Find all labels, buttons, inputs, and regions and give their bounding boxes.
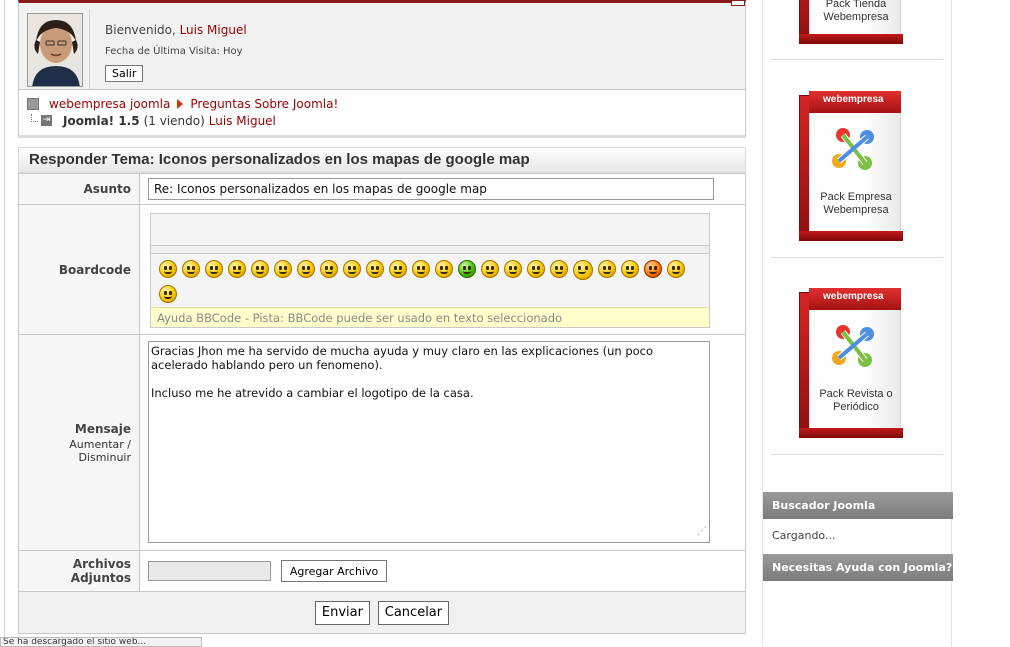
smiley-embarrassed-icon[interactable]: [481, 260, 499, 278]
message-label-cell: Mensaje Aumentar / Disminuir: [18, 334, 140, 551]
bbcode-panel: Ayuda BBCode - Pista: BBCode puede ser u…: [150, 213, 710, 328]
file-path-input[interactable]: [148, 561, 271, 581]
smiley-laugh-icon[interactable]: [251, 260, 269, 278]
viewer-link[interactable]: Luis Miguel: [209, 114, 276, 128]
page-border-line: [4, 0, 5, 646]
avatar[interactable]: [27, 13, 83, 87]
reply-title: Responder Tema: Iconos personalizados en…: [18, 147, 746, 173]
promo-label: Pack Revista o Periódico: [819, 388, 893, 413]
smiley-sick-icon[interactable]: [458, 260, 476, 278]
product-box-icon: webempresa Pack Empresa Webempresa: [799, 91, 903, 241]
avatar-photo: [28, 14, 82, 86]
collapse-toggle[interactable]: [731, 0, 745, 6]
size-separator: /: [123, 437, 131, 451]
smiley-confused-icon[interactable]: [343, 260, 361, 278]
breadcrumb-path: webempresa joomla Preguntas Sobre Joomla…: [27, 97, 338, 111]
smiley-list: [151, 254, 709, 307]
arrow-right-icon: [177, 99, 184, 109]
promo-brand: webempresa: [823, 291, 884, 302]
smiley-bigeyes-icon[interactable]: [573, 260, 593, 280]
subject-label: Asunto: [18, 173, 140, 205]
submit-button[interactable]: Enviar: [314, 600, 370, 625]
smiley-thinking-icon[interactable]: [667, 260, 685, 278]
smiley-devil-icon[interactable]: [644, 260, 662, 278]
resize-grip-icon[interactable]: ⋰: [697, 527, 707, 537]
promo-brand: webempresa: [823, 94, 884, 105]
product-box-icon: webempresa Pack Revista o Periódico: [799, 288, 903, 438]
smiley-smile-icon[interactable]: [205, 260, 223, 278]
joomla-logo-icon: [832, 128, 874, 170]
tree-branch-icon: ⇥: [27, 114, 53, 128]
promo-pack-revista[interactable]: webempresa Pack Revista o Periódico: [771, 258, 943, 455]
search-module-title: Buscador Joomla: [763, 492, 953, 519]
promo-label: Pack Tienda Webempresa: [823, 0, 889, 23]
smiley-shocked-icon[interactable]: [366, 260, 384, 278]
smiley-dizzy-icon[interactable]: [504, 260, 522, 278]
logout-button[interactable]: Salir: [105, 65, 144, 82]
profile-box: Bienvenido, Luis Miguel Fecha de Última …: [18, 0, 746, 91]
bbcode-help: Ayuda BBCode - Pista: BBCode puede ser u…: [151, 307, 709, 327]
promo-label: Pack Empresa Webempresa: [820, 191, 892, 216]
sidebar: Pack Tienda Webempresa webempresa Pack E…: [762, 0, 953, 646]
last-visit-text: Fecha de Última Visita: Hoy: [105, 46, 243, 57]
textarea-size-controls: Aumentar / Disminuir: [19, 438, 131, 464]
smiley-sad-icon[interactable]: [182, 260, 200, 278]
username-link[interactable]: Luis Miguel: [180, 23, 247, 37]
smiley-neutral-icon[interactable]: [598, 260, 616, 278]
smiley-angry-icon[interactable]: [320, 260, 338, 278]
message-textarea[interactable]: [148, 341, 710, 543]
message-label: Mensaje: [74, 421, 131, 436]
cancel-button[interactable]: Cancelar: [377, 600, 450, 625]
smiley-grin-icon[interactable]: [228, 260, 246, 278]
breadcrumb: webempresa joomla Preguntas Sobre Joomla…: [18, 90, 746, 138]
joomla-logo-icon: [832, 325, 874, 367]
forum-column: Bienvenido, Luis Miguel Fecha de Última …: [0, 0, 760, 647]
subject-input[interactable]: [148, 178, 714, 200]
attachments-label: Archivos Adjuntos: [18, 550, 140, 592]
submit-row: Enviar Cancelar: [18, 591, 746, 634]
bbcode-toolbar-secondary: [151, 246, 709, 254]
welcome-prefix: Bienvenido,: [105, 23, 180, 37]
breadcrumb-item-home[interactable]: webempresa joomla: [49, 97, 170, 111]
decrease-size-link[interactable]: Disminuir: [78, 451, 131, 464]
folder-icon: [27, 98, 39, 110]
promo-pack-tienda[interactable]: Pack Tienda Webempresa: [771, 0, 943, 60]
viewing-count: (1 viendo): [143, 114, 205, 128]
search-loading-text: Cargando...: [772, 529, 836, 542]
smiley-dead-icon[interactable]: [159, 285, 177, 303]
add-file-button[interactable]: Agregar Archivo: [280, 560, 388, 582]
smiley-wink-icon[interactable]: [274, 260, 292, 278]
promo-pack-empresa[interactable]: webempresa Pack Empresa Webempresa: [771, 61, 943, 258]
smiley-cool-icon[interactable]: [159, 260, 177, 278]
bbcode-toolbar[interactable]: [151, 214, 709, 246]
breadcrumb-topic-row: ⇥ Joomla! 1.5 (1 viendo) Luis Miguel: [27, 114, 276, 128]
smiley-blush-icon[interactable]: [527, 260, 545, 278]
smiley-tongue-icon[interactable]: [297, 260, 315, 278]
smiley-rolleyes-icon[interactable]: [412, 260, 430, 278]
reply-form: Asunto Boardcode: [18, 173, 746, 634]
welcome-text: Bienvenido, Luis Miguel: [105, 23, 247, 37]
help-module-title: Necesitas Ayuda con Joomla?: [763, 554, 953, 581]
smiley-kiss-icon[interactable]: [550, 260, 568, 278]
breadcrumb-topic: Joomla! 1.5: [63, 114, 140, 128]
increase-size-link[interactable]: Aumentar: [69, 438, 124, 451]
smiley-surprised-icon[interactable]: [389, 260, 407, 278]
product-box-icon: Pack Tienda Webempresa: [799, 0, 903, 44]
smiley-cheesy-icon[interactable]: [435, 260, 453, 278]
boardcode-label: Boardcode: [18, 204, 140, 335]
smiley-undecided-icon[interactable]: [621, 260, 639, 278]
profile-separator: [89, 9, 90, 91]
breadcrumb-item-category[interactable]: Preguntas Sobre Joomla!: [190, 97, 338, 111]
